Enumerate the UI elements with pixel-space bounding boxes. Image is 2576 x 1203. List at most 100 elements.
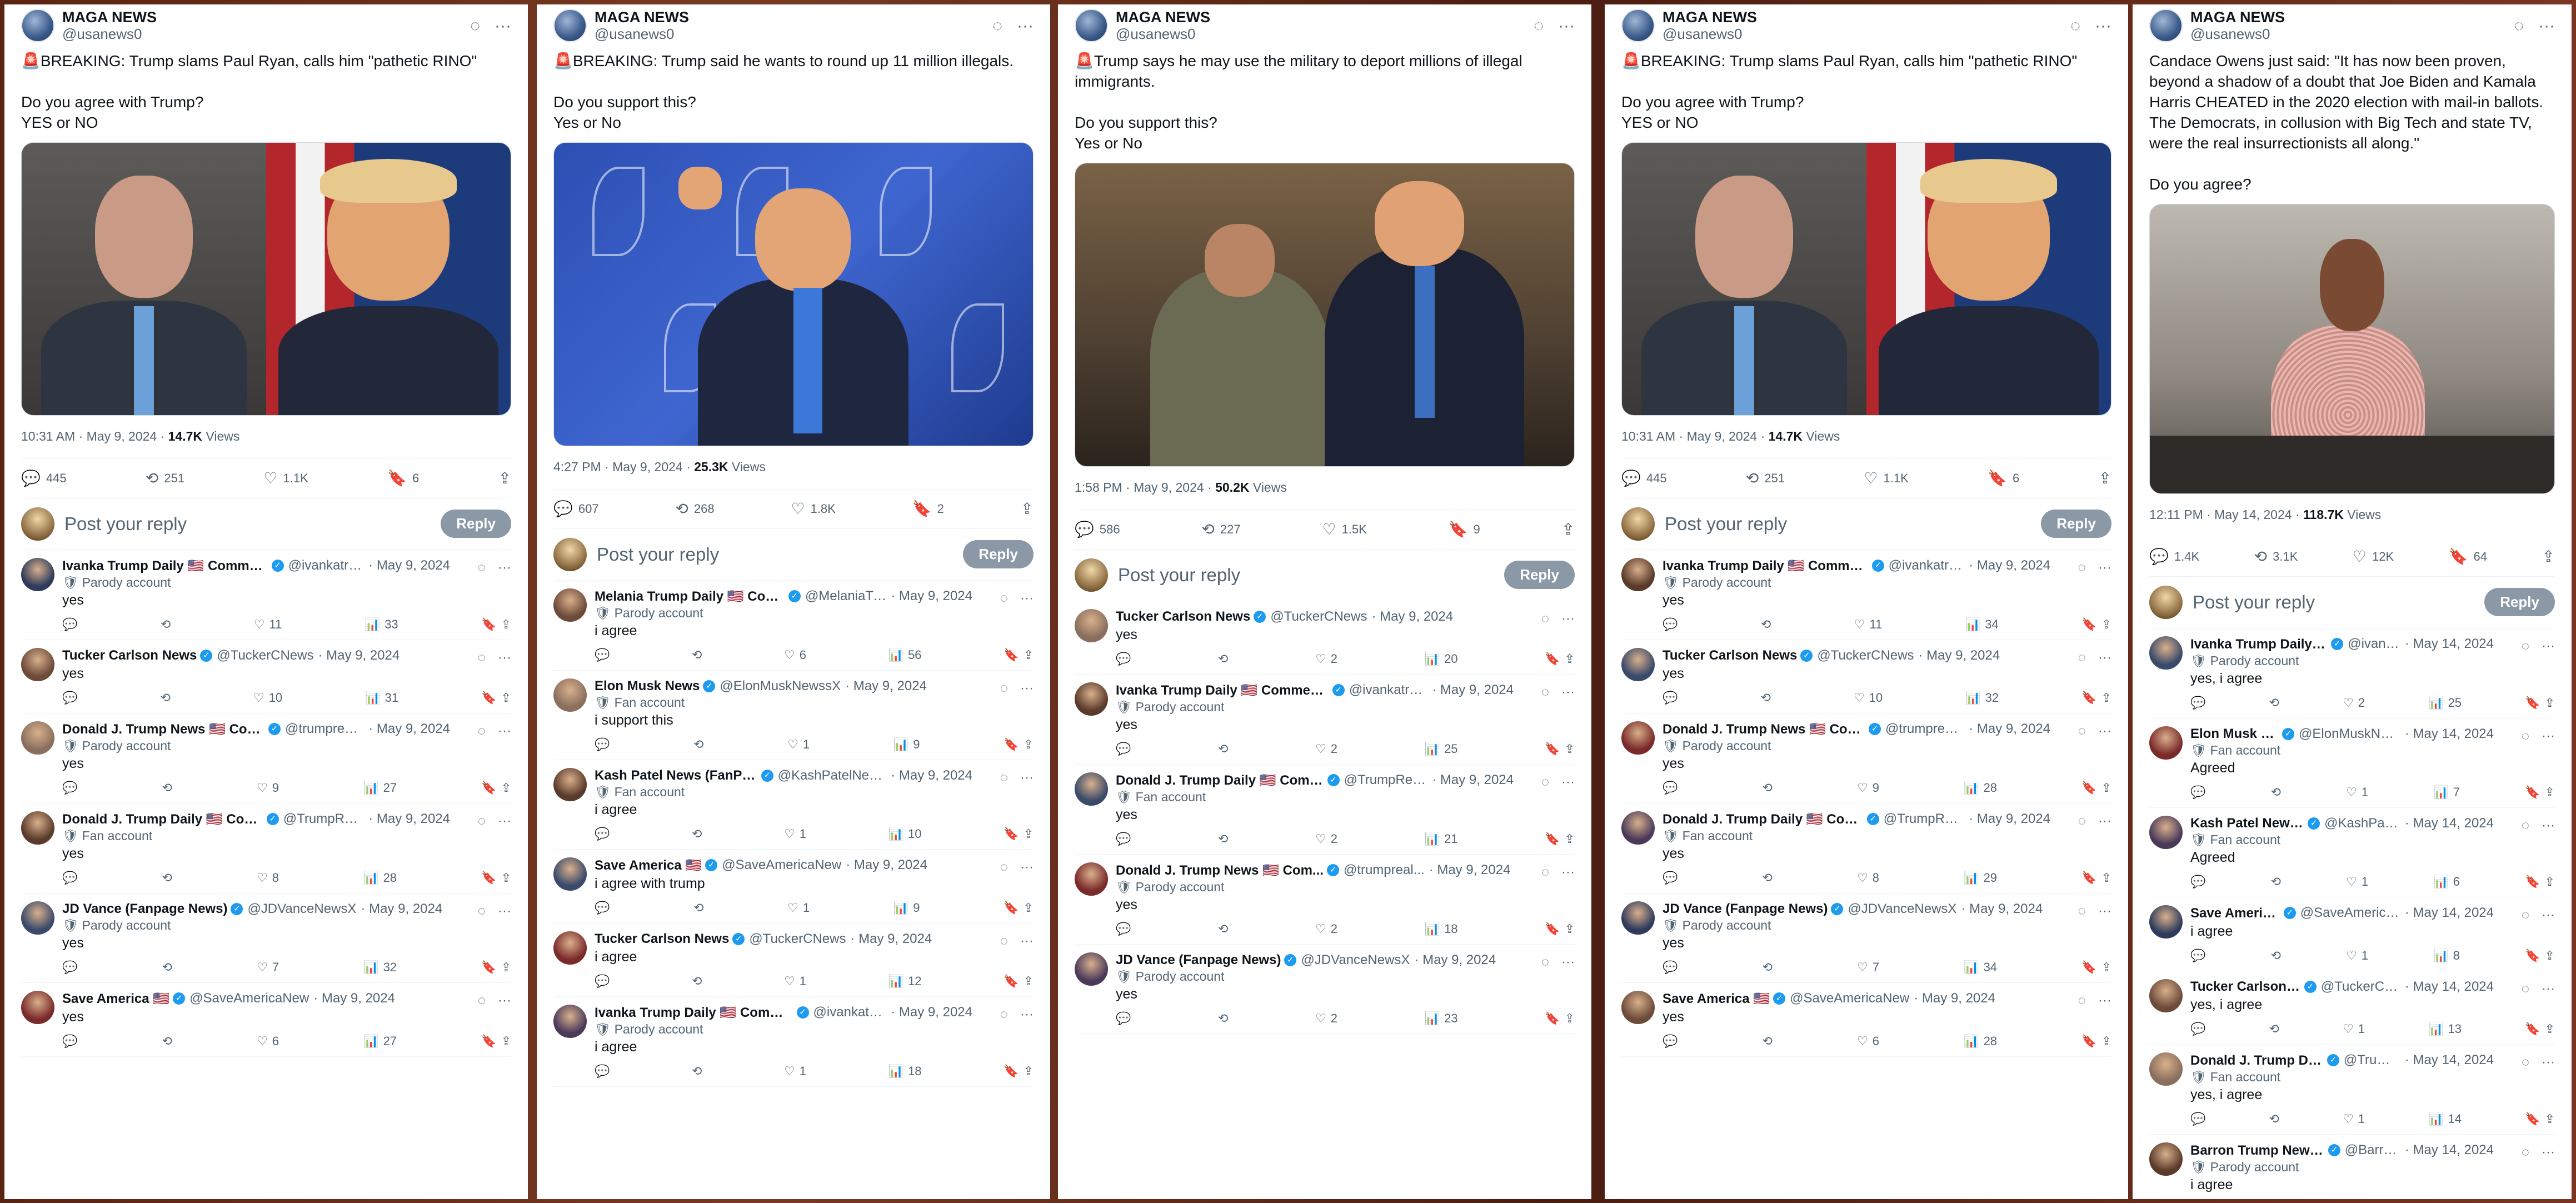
- avatar[interactable]: [1075, 682, 1108, 716]
- reply-author-handle[interactable]: @KashPatelNewsX: [2324, 816, 2400, 831]
- avatar[interactable]: [1621, 901, 1655, 935]
- like-button[interactable]: ♡ 2: [1315, 742, 1337, 756]
- reply-author-name[interactable]: Ivanka Trump Daily 🇺🇸 Commen...: [1663, 558, 1869, 574]
- reply-submit-button[interactable]: Reply: [963, 540, 1034, 569]
- repost-icon[interactable]: ⟲: [2271, 785, 2281, 800]
- reply-date[interactable]: · May 9, 2024: [313, 991, 395, 1006]
- reply-icon[interactable]: 💬: [2190, 696, 2205, 710]
- reply-item[interactable]: Donald J. Trump News 🇺🇸 Com... ✓ @trumprea…: [21, 713, 511, 803]
- more-icon[interactable]: ···: [1020, 591, 1034, 606]
- like-button[interactable]: ♡ 1: [787, 737, 810, 752]
- more-icon[interactable]: ···: [498, 650, 511, 666]
- reply-input[interactable]: Post your reply: [64, 513, 187, 535]
- like-button[interactable]: ♡ 8: [257, 871, 279, 885]
- author-name[interactable]: MAGA NEWS: [2190, 9, 2285, 26]
- repost-icon[interactable]: ⟲: [1218, 652, 1228, 666]
- avatar[interactable]: [553, 767, 587, 801]
- bookmark-icon[interactable]: 🔖: [481, 960, 496, 975]
- reply-author-handle[interactable]: @BarronTru...: [2345, 1142, 2400, 1158]
- reply-item[interactable]: Tucker Carlson News✓ @TuckerCNews · May 14…: [2149, 971, 2555, 1045]
- share-icon[interactable]: ⇪: [2545, 1112, 2555, 1126]
- grok-icon[interactable]: ◌: [478, 813, 486, 829]
- repost-icon[interactable]: ⟲: [162, 960, 172, 975]
- reply-input[interactable]: Post your reply: [2193, 592, 2315, 613]
- repost-icon[interactable]: ⟲: [2269, 1112, 2279, 1126]
- more-icon[interactable]: ···: [2542, 907, 2555, 923]
- reply-item[interactable]: Tucker Carlson News ✓ @TuckerCNews · May 9,…: [1621, 640, 2111, 713]
- reply-author-name[interactable]: Save America 🇺🇸: [62, 991, 169, 1007]
- reply-date[interactable]: · May 14, 2024: [2405, 636, 2494, 652]
- repost-icon[interactable]: ⟲: [693, 901, 703, 915]
- views-button[interactable]: 📊 29: [1964, 871, 1997, 885]
- author-name[interactable]: MAGA NEWS: [595, 9, 689, 26]
- reply-date[interactable]: · May 9, 2024: [891, 768, 972, 783]
- bookmark-icon[interactable]: 🔖: [481, 617, 496, 632]
- reply-author-name[interactable]: Ivanka Trump Daily 🇺🇸 Comme...: [2190, 636, 2328, 652]
- reply-item[interactable]: Tucker Carlson News ✓ @TuckerCNews · May 9,…: [553, 924, 1034, 997]
- more-icon[interactable]: ···: [2095, 17, 2111, 36]
- bookmark-icon[interactable]: 🔖: [1004, 1064, 1019, 1079]
- share-icon[interactable]: ⇪: [1565, 742, 1575, 756]
- share-icon[interactable]: ⇪: [1565, 832, 1575, 846]
- reply-author-handle[interactable]: @JDVanceNewsX: [1848, 901, 1956, 917]
- like-button[interactable]: ♡ 1: [784, 1064, 806, 1079]
- grok-icon[interactable]: ◌: [2522, 1145, 2529, 1160]
- grok-icon[interactable]: ◌: [2078, 560, 2086, 576]
- reply-icon[interactable]: 💬: [62, 1034, 77, 1049]
- reply-item[interactable]: JD Vance (Fanpage News) ✓ @JDVanceNewsX · M…: [1621, 893, 2111, 983]
- more-icon[interactable]: ···: [1561, 955, 1575, 970]
- share-button[interactable]: ⇪: [2099, 469, 2111, 487]
- reply-author-name[interactable]: Tucker Carlson News: [1116, 609, 1250, 625]
- grok-icon[interactable]: ◌: [2078, 813, 2086, 829]
- avatar[interactable]: [21, 557, 54, 591]
- reply-icon[interactable]: 💬: [1116, 652, 1131, 666]
- grok-icon[interactable]: ◌: [2078, 993, 2086, 1009]
- reply-date[interactable]: · May 14, 2024: [2405, 816, 2494, 831]
- reply-item[interactable]: Tucker Carlson News ✓ @TuckerCNews · May 9,…: [21, 640, 511, 713]
- more-icon[interactable]: ···: [2542, 728, 2555, 744]
- reply-date[interactable]: · May 9, 2024: [891, 1005, 972, 1020]
- reply-icon[interactable]: 💬: [1116, 832, 1131, 846]
- grok-icon[interactable]: ◌: [2078, 723, 2086, 739]
- reply-icon[interactable]: 💬: [1116, 742, 1131, 756]
- share-button[interactable]: ⇪: [1021, 500, 1034, 518]
- bookmark-icon[interactable]: 🔖: [1545, 742, 1560, 756]
- grok-icon[interactable]: ◌: [478, 993, 486, 1009]
- reply-date[interactable]: · May 9, 2024: [1918, 648, 2000, 663]
- avatar[interactable]: [21, 721, 54, 755]
- bookmark-icon[interactable]: 🔖: [2525, 949, 2540, 963]
- reply-item[interactable]: Ivanka Trump Daily 🇺🇸 Comme...✓ @ivankatr…: [2149, 628, 2555, 718]
- reply-date[interactable]: · May 9, 2024: [368, 558, 450, 573]
- reply-author-name[interactable]: Tucker Carlson News: [62, 648, 197, 663]
- reply-button[interactable]: 💬 607: [553, 500, 599, 518]
- share-icon[interactable]: ⇪: [2101, 871, 2111, 885]
- more-icon[interactable]: ···: [1561, 685, 1575, 700]
- grok-icon[interactable]: ◌: [1000, 1007, 1008, 1022]
- avatar[interactable]: [553, 588, 587, 622]
- repost-icon[interactable]: ⟲: [1763, 960, 1773, 975]
- grok-icon[interactable]: ◌: [2522, 1055, 2529, 1070]
- avatar[interactable]: [2149, 815, 2183, 849]
- share-icon[interactable]: ⇪: [1024, 974, 1034, 989]
- more-icon[interactable]: ···: [2538, 17, 2555, 36]
- like-button[interactable]: ♡ 1: [2343, 1112, 2365, 1126]
- more-icon[interactable]: ···: [2542, 818, 2555, 833]
- views-button[interactable]: 📊 28: [1964, 1034, 1997, 1049]
- reply-author-name[interactable]: JD Vance (Fanpage News): [1663, 901, 1828, 917]
- like-button[interactable]: ♡ 2: [1315, 832, 1337, 846]
- bookmark-icon[interactable]: 🔖: [1545, 1011, 1560, 1026]
- reply-author-handle[interactable]: @SaveAmericaNew: [2300, 905, 2400, 921]
- grok-icon[interactable]: ◌: [1534, 17, 1544, 36]
- reply-author-name[interactable]: Tucker Carlson News: [1663, 648, 1797, 663]
- grok-icon[interactable]: ◌: [478, 650, 486, 666]
- avatar[interactable]: [1075, 862, 1108, 896]
- post-image[interactable]: [553, 142, 1034, 446]
- views-button[interactable]: 📊 18: [1425, 922, 1458, 936]
- like-button[interactable]: ♡ 8: [1857, 871, 1879, 885]
- reply-author-name[interactable]: Tucker Carlson News: [2190, 979, 2301, 995]
- reply-date[interactable]: · May 9, 2024: [1429, 862, 1511, 878]
- like-button[interactable]: ♡ 7: [1857, 960, 1879, 975]
- bookmark-icon[interactable]: 🔖: [2525, 875, 2540, 889]
- more-icon[interactable]: ···: [2098, 904, 2111, 919]
- like-button[interactable]: ♡ 2: [1315, 922, 1337, 936]
